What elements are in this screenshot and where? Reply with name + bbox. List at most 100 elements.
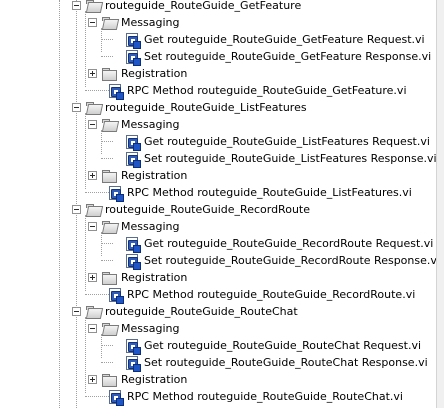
scroll-edge[interactable] (436, 0, 444, 408)
tree-guide-line (101, 362, 113, 363)
tree-vi-item[interactable]: RPC Method routeguide_RouteGuide_GetFeat… (107, 82, 407, 100)
folder-label: Registration (121, 373, 188, 386)
vi-label: Get routeguide_RouteGuide_RouteChat Requ… (144, 339, 422, 352)
vi-file-icon (124, 134, 141, 151)
tree-guide-line (59, 0, 60, 408)
vi-file-icon (124, 338, 141, 355)
tree-folder-item[interactable]: routeguide_RouteGuide_GetFeature (72, 0, 301, 14)
tree-folder-item[interactable]: Registration (88, 65, 187, 82)
tree-guide-line (101, 260, 113, 261)
folder-open-icon (85, 0, 104, 13)
tree-vi-item[interactable]: Set routeguide_RouteGuide_RecordRoute Re… (124, 252, 440, 270)
tree-guide-line (85, 215, 86, 291)
tree-vi-item[interactable]: Set routeguide_RouteGuide_GetFeature Res… (124, 48, 432, 66)
vi-label: Set routeguide_RouteGuide_GetFeature Res… (144, 50, 432, 63)
tree-guide-line (85, 11, 86, 87)
collapse-icon[interactable] (88, 120, 97, 129)
expand-icon[interactable] (88, 69, 97, 78)
tree-vi-item[interactable]: Set routeguide_RouteGuide_RouteChat Resp… (124, 354, 428, 372)
tree-vi-item[interactable]: RPC Method routeguide_RouteGuide_RecordR… (107, 286, 416, 304)
folder-label: routeguide_RouteGuide_ListFeatures (105, 101, 307, 114)
folder-open-icon (101, 16, 120, 30)
tree-guide-line (85, 294, 109, 295)
vi-label: RPC Method routeguide_RouteGuide_RouteCh… (127, 390, 403, 403)
folder-label: Registration (121, 271, 188, 284)
folder-label: Registration (121, 67, 188, 80)
tree-vi-item[interactable]: Get routeguide_RouteGuide_RecordRoute Re… (124, 235, 434, 253)
tree-guide-line (101, 243, 113, 244)
collapse-icon[interactable] (72, 103, 81, 112)
project-tree[interactable]: routeguide_RouteGuide_GetFeature Messagin… (0, 0, 444, 408)
tree-vi-item[interactable]: Get routeguide_RouteGuide_RouteChat Requ… (124, 337, 422, 355)
collapse-icon[interactable] (72, 205, 81, 214)
tree-guide-line (101, 141, 113, 142)
vi-file-icon (124, 253, 141, 270)
tree-vi-item[interactable]: Set routeguide_RouteGuide_ListFeatures R… (124, 150, 437, 168)
expand-icon[interactable] (88, 273, 97, 282)
tree-guide-line (101, 232, 102, 256)
folder-label: Messaging (121, 16, 180, 29)
vi-label: RPC Method routeguide_RouteGuide_GetFeat… (127, 84, 407, 97)
folder-icon (101, 67, 117, 81)
tree-vi-item[interactable]: Get routeguide_RouteGuide_GetFeature Req… (124, 31, 425, 49)
vi-label: Set routeguide_RouteGuide_ListFeatures R… (144, 152, 437, 165)
tree-folder-item[interactable]: Registration (88, 269, 187, 286)
vi-label: Get routeguide_RouteGuide_RecordRoute Re… (144, 237, 434, 250)
tree-guide-line (85, 90, 109, 91)
folder-open-icon (85, 305, 104, 319)
vi-file-icon (107, 185, 124, 202)
tree-folder-item[interactable]: Messaging (88, 116, 179, 133)
vi-label: Get routeguide_RouteGuide_ListFeatures R… (144, 135, 430, 148)
tree-vi-item[interactable]: RPC Method routeguide_RouteGuide_ListFea… (107, 184, 412, 202)
vi-label: Set routeguide_RouteGuide_RecordRoute Re… (144, 254, 440, 267)
vi-label: RPC Method routeguide_RouteGuide_ListFea… (127, 186, 412, 199)
folder-label: Messaging (121, 220, 180, 233)
folder-open-icon (101, 220, 120, 234)
vi-file-icon (124, 355, 141, 372)
vi-file-icon (107, 287, 124, 304)
folder-label: Registration (121, 169, 188, 182)
collapse-icon[interactable] (72, 307, 81, 316)
folder-open-icon (85, 101, 104, 115)
tree-folder-item[interactable]: Messaging (88, 320, 179, 337)
tree-folder-item[interactable]: Registration (88, 167, 187, 184)
folder-icon (101, 169, 117, 183)
folder-open-icon (85, 203, 104, 217)
tree-guide-line (101, 130, 102, 154)
tree-guide-line (101, 56, 113, 57)
tree-folder-item[interactable]: routeguide_RouteGuide_RecordRoute (72, 201, 310, 218)
tree-guide-line (101, 158, 113, 159)
vi-label: Get routeguide_RouteGuide_GetFeature Req… (144, 33, 425, 46)
folder-open-icon (101, 118, 120, 132)
tree-guide-line (101, 334, 102, 358)
tree-guide-line (85, 317, 86, 393)
vi-file-icon (124, 32, 141, 49)
expand-icon[interactable] (88, 375, 97, 384)
vi-file-icon (124, 236, 141, 253)
folder-label: Messaging (121, 322, 180, 335)
vi-file-icon (107, 83, 124, 100)
tree-guide-line (101, 39, 113, 40)
vi-label: RPC Method routeguide_RouteGuide_RecordR… (127, 288, 416, 301)
tree-folder-item[interactable]: routeguide_RouteGuide_RouteChat (72, 303, 298, 320)
folder-label: routeguide_RouteGuide_RouteChat (105, 305, 298, 318)
folder-open-icon (101, 322, 120, 336)
collapse-icon[interactable] (88, 324, 97, 333)
collapse-icon[interactable] (72, 1, 81, 10)
tree-guide-line (101, 28, 102, 52)
folder-label: routeguide_RouteGuide_GetFeature (105, 0, 302, 12)
tree-folder-item[interactable]: Registration (88, 371, 187, 388)
tree-folder-item[interactable]: routeguide_RouteGuide_ListFeatures (72, 99, 307, 116)
collapse-icon[interactable] (88, 222, 97, 231)
tree-guide-line (85, 113, 86, 189)
tree-guide-line (85, 192, 109, 193)
tree-folder-item[interactable]: Messaging (88, 14, 179, 31)
tree-vi-item[interactable]: Get routeguide_RouteGuide_ListFeatures R… (124, 133, 430, 151)
vi-file-icon (107, 389, 124, 406)
collapse-icon[interactable] (88, 18, 97, 27)
tree-folder-item[interactable]: Messaging (88, 218, 179, 235)
tree-guide-line (85, 396, 109, 397)
tree-vi-item[interactable]: RPC Method routeguide_RouteGuide_RouteCh… (107, 388, 403, 406)
folder-icon (101, 373, 117, 387)
expand-icon[interactable] (88, 171, 97, 180)
